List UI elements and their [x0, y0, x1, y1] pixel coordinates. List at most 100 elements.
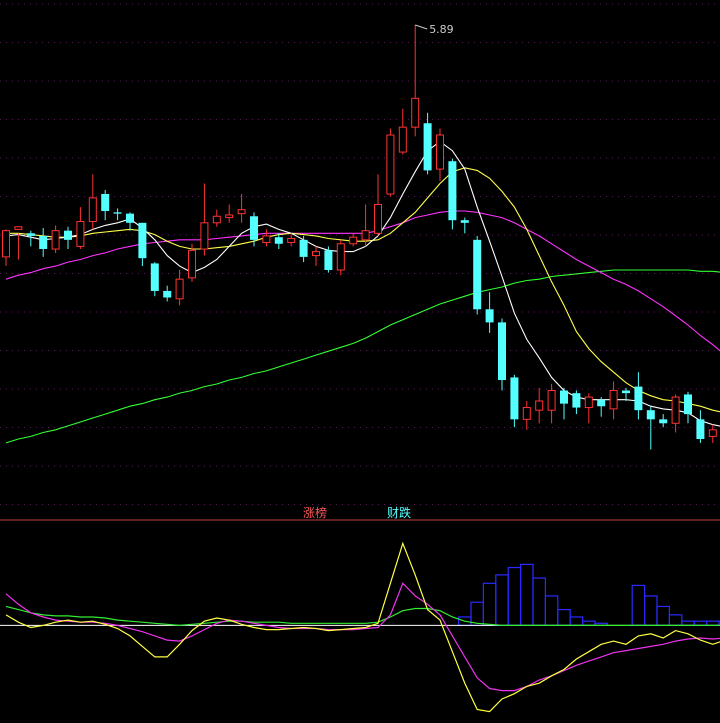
- candle-body: [64, 230, 72, 240]
- candle: [126, 212, 134, 231]
- candle: [535, 387, 544, 424]
- candle-body: [212, 215, 221, 224]
- candle: [138, 222, 147, 267]
- peak-annotation: 5.89: [415, 23, 454, 36]
- candle: [684, 391, 692, 424]
- oscillator-bar: [557, 608, 571, 626]
- oscillator-bars: [458, 563, 720, 626]
- candle: [659, 414, 668, 428]
- oscillator-magenta-line: [5, 582, 720, 692]
- candle-body: [584, 396, 593, 409]
- candle-body: [336, 243, 345, 271]
- candle: [386, 128, 395, 197]
- candle-body: [510, 377, 519, 420]
- candlesticks: [2, 24, 717, 450]
- candle: [175, 269, 184, 306]
- candle-body: [398, 126, 407, 153]
- candle: [200, 183, 209, 256]
- candle-body: [349, 236, 358, 245]
- candle-body: [126, 213, 134, 223]
- candle: [671, 394, 680, 433]
- stock-chart: 5.89 涨榜 财跌: [0, 3, 720, 713]
- candle: [237, 193, 246, 223]
- candle-body: [200, 222, 209, 250]
- candle: [51, 225, 60, 253]
- candle: [584, 393, 593, 424]
- candle-body: [88, 197, 97, 223]
- candle: [547, 383, 556, 424]
- candle: [2, 229, 10, 267]
- oscillator-bar: [482, 582, 497, 626]
- candle-body: [138, 222, 147, 259]
- candle-body: [14, 226, 23, 230]
- peak-leader-line: [415, 24, 428, 30]
- candle-body: [76, 221, 85, 247]
- candle: [312, 246, 320, 267]
- candle: [374, 174, 382, 236]
- oscillator-bar: [631, 584, 646, 626]
- oscillator-bar: [495, 574, 509, 626]
- candle: [423, 112, 432, 175]
- candle-body: [101, 193, 110, 212]
- candle-body: [150, 263, 159, 291]
- oscillator-bar: [544, 595, 559, 626]
- oscillator-bar: [693, 620, 708, 626]
- oscillator-bar: [569, 616, 584, 626]
- candle: [150, 262, 159, 297]
- candle: [622, 387, 630, 402]
- candle-body: [572, 393, 581, 408]
- candle-body: [361, 230, 370, 241]
- candle-body: [262, 235, 271, 243]
- candle: [597, 397, 606, 417]
- candle: [411, 24, 420, 137]
- ma20-line: [5, 210, 720, 352]
- candle-body: [274, 237, 283, 244]
- candle-body: [436, 134, 444, 170]
- candle-body: [175, 278, 184, 300]
- candle: [485, 292, 494, 333]
- candle-body: [411, 97, 420, 128]
- candle-body: [708, 429, 717, 437]
- candle: [696, 410, 705, 443]
- oscillator-bar: [656, 605, 670, 626]
- candle: [361, 204, 370, 247]
- candle-body: [2, 230, 10, 258]
- legend-fall-label: 财跌: [387, 505, 411, 520]
- candle-body: [535, 400, 544, 411]
- candle-body: [498, 322, 506, 381]
- candle-body: [287, 238, 296, 243]
- candle-body: [188, 249, 196, 279]
- candle: [212, 209, 221, 227]
- oscillator-bar: [581, 620, 596, 626]
- candle-body: [522, 407, 531, 420]
- oscillator-panel: 涨榜 财跌: [0, 505, 720, 713]
- candle-body: [113, 212, 122, 214]
- peak-price-label: 5.89: [429, 23, 454, 36]
- candle-body: [225, 214, 234, 219]
- legend-rise-label: 涨榜: [303, 505, 327, 520]
- candle: [609, 381, 618, 420]
- candle-body: [659, 419, 668, 424]
- candle: [299, 235, 308, 263]
- candle: [262, 229, 271, 247]
- candle: [76, 207, 85, 250]
- oscillator-bar: [668, 614, 683, 626]
- candle: [88, 174, 97, 230]
- candle-body: [448, 161, 457, 221]
- candle: [522, 401, 531, 430]
- ma10-line: [6, 167, 720, 413]
- oscillator-bar: [470, 601, 484, 626]
- candle: [572, 390, 581, 415]
- ma60-line: [5, 269, 720, 444]
- candle: [448, 158, 457, 230]
- oscillator-bar: [705, 620, 720, 626]
- grid-layer: [0, 3, 720, 505]
- oscillator-bar: [507, 566, 522, 626]
- candle-body: [684, 394, 692, 415]
- candle: [336, 239, 345, 276]
- oscillator-bar: [519, 563, 534, 626]
- candle-body: [423, 123, 432, 171]
- candle: [26, 230, 35, 247]
- candle-body: [609, 390, 618, 410]
- candle: [460, 217, 469, 234]
